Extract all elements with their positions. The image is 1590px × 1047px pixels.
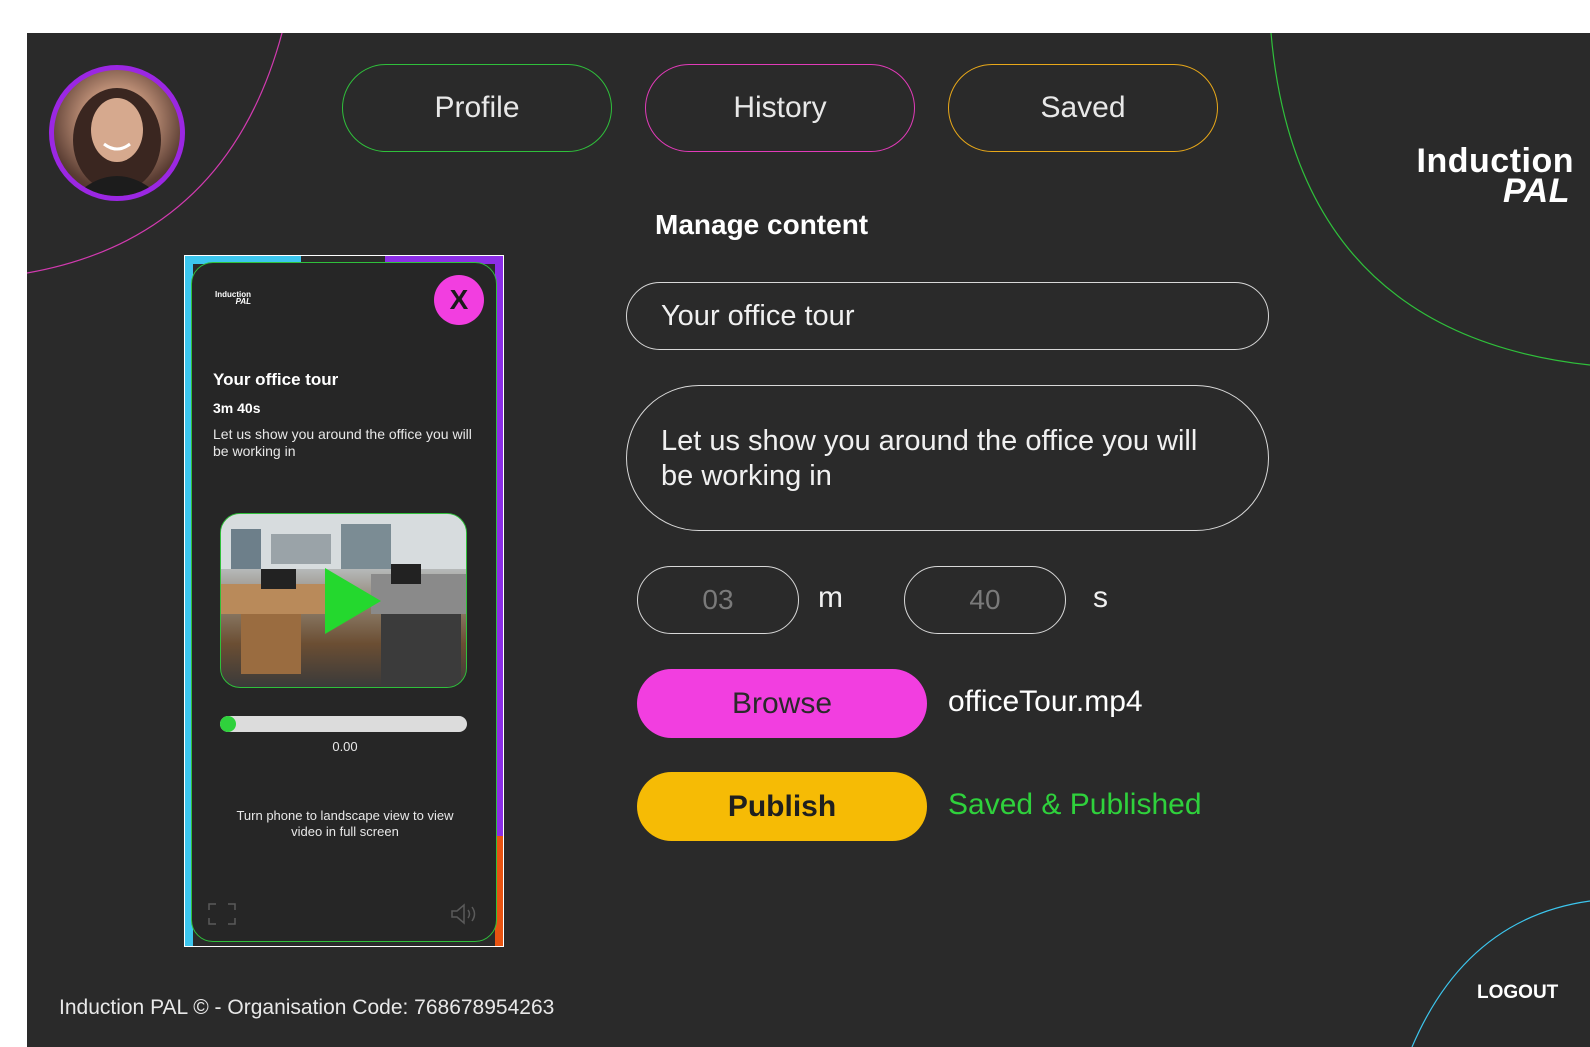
preview-logo-line2: PAL bbox=[235, 297, 251, 306]
saved-button[interactable]: Saved bbox=[948, 64, 1218, 152]
volume-icon[interactable] bbox=[450, 903, 480, 925]
avatar-icon bbox=[73, 88, 161, 196]
play-icon bbox=[325, 568, 381, 634]
phone-screen: Induction PAL X Your office tour 3m 40s … bbox=[191, 262, 497, 942]
arc-bottom-right bbox=[1411, 900, 1590, 1047]
preview-description: Let us show you around the office you wi… bbox=[213, 426, 472, 459]
video-progress-bar[interactable] bbox=[220, 716, 467, 732]
landscape-hint: Turn phone to landscape view to view vid… bbox=[236, 808, 454, 839]
close-button[interactable]: X bbox=[434, 275, 484, 325]
content-description-value: Let us show you around the office you wi… bbox=[661, 425, 1198, 492]
history-button[interactable]: History bbox=[645, 64, 915, 152]
minutes-input[interactable]: 03 bbox=[637, 566, 799, 634]
seconds-value: 40 bbox=[969, 584, 1001, 615]
publish-button[interactable]: Publish bbox=[637, 772, 927, 841]
preview-logo: Induction PAL bbox=[215, 291, 251, 306]
minutes-value: 03 bbox=[702, 584, 734, 615]
seconds-unit: s bbox=[1093, 581, 1108, 614]
logout-link[interactable]: LOGOUT bbox=[1477, 982, 1558, 1004]
video-thumbnail[interactable] bbox=[220, 513, 467, 688]
fullscreen-icon[interactable] bbox=[208, 903, 236, 925]
induction-pal-logo: Induction PAL bbox=[1417, 144, 1574, 210]
seconds-input[interactable]: 40 bbox=[904, 566, 1066, 634]
app-window: Profile History Saved Induction PAL Indu… bbox=[27, 33, 1590, 1047]
avatar[interactable] bbox=[49, 65, 185, 201]
content-title-value: Your office tour bbox=[661, 299, 855, 332]
video-time: 0.00 bbox=[332, 739, 358, 754]
content-description-input[interactable]: Let us show you around the office you wi… bbox=[626, 385, 1269, 531]
preview-duration: 3m 40s bbox=[213, 400, 261, 416]
content-title-input[interactable]: Your office tour bbox=[626, 282, 1269, 350]
progress-fill bbox=[220, 716, 236, 732]
footer-text: Induction PAL © - Organisation Code: 768… bbox=[59, 996, 555, 1019]
minutes-unit: m bbox=[818, 581, 843, 614]
phone-preview-frame: Induction PAL X Your office tour 3m 40s … bbox=[184, 255, 504, 947]
browse-button[interactable]: Browse bbox=[637, 669, 927, 738]
selected-file-name: officeTour.mp4 bbox=[948, 685, 1143, 718]
profile-button[interactable]: Profile bbox=[342, 64, 612, 152]
publish-status: Saved & Published bbox=[948, 788, 1202, 821]
preview-title: Your office tour bbox=[213, 370, 339, 389]
close-icon: X bbox=[449, 284, 469, 315]
logo-line2: PAL bbox=[1503, 172, 1570, 210]
manage-content-title: Manage content bbox=[655, 209, 869, 240]
